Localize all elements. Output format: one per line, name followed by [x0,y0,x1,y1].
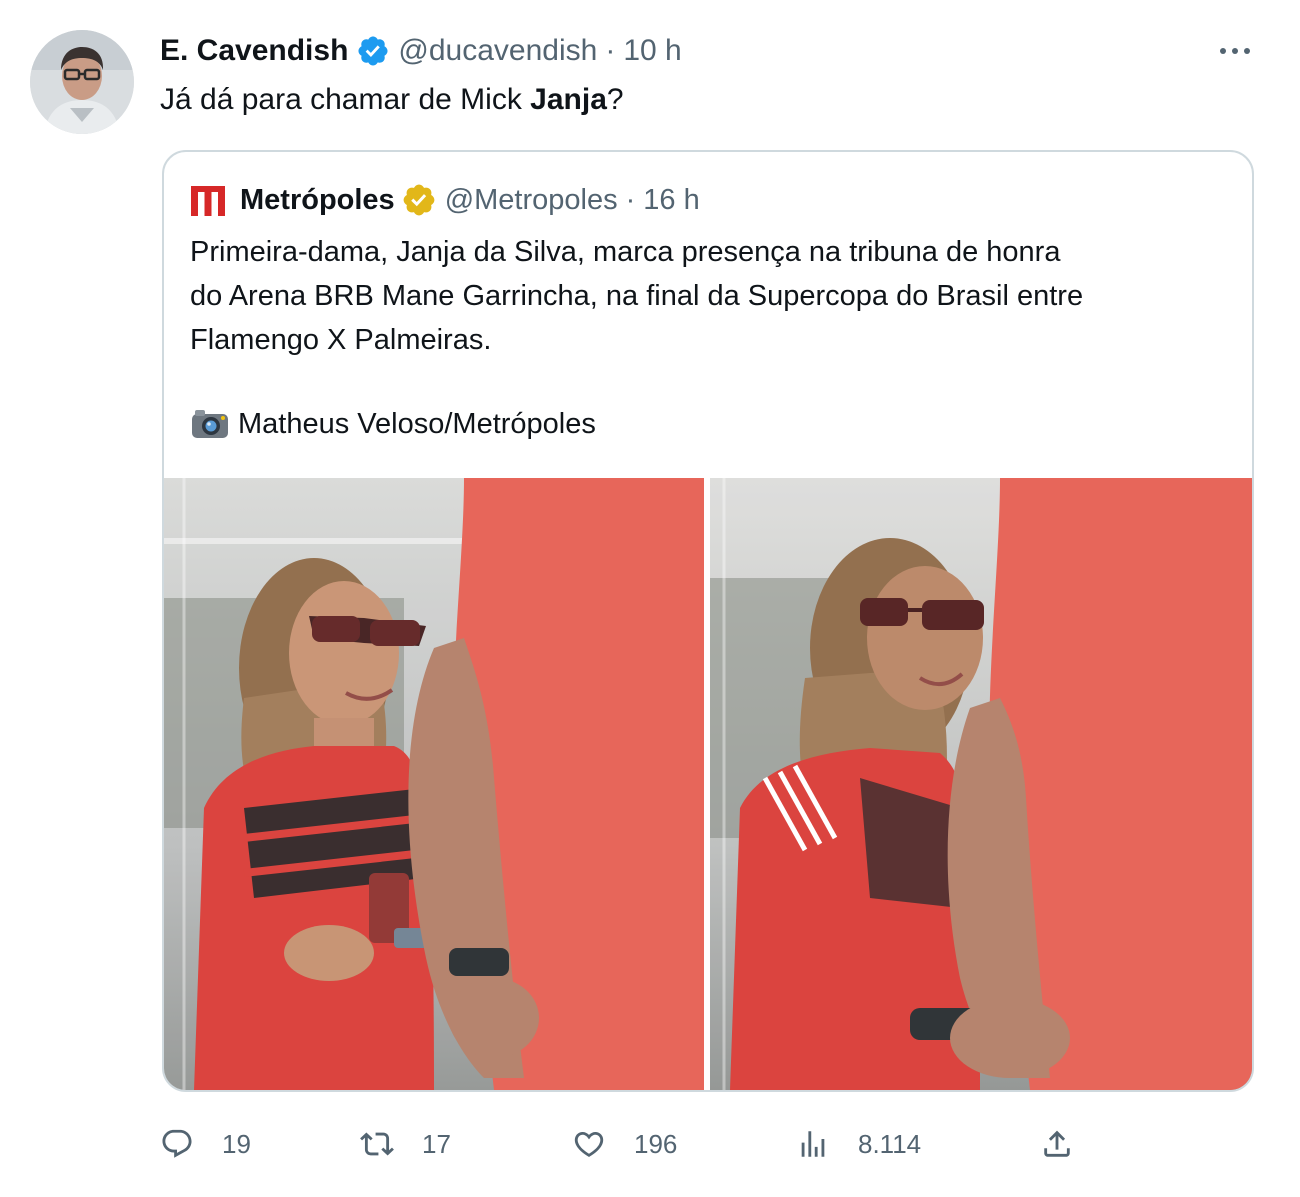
verified-badge-icon [356,34,390,68]
quoted-author-name[interactable]: Metrópoles [240,184,395,217]
camera-icon [190,406,230,442]
photo-2[interactable] [710,478,1252,1090]
retweet-icon [360,1132,394,1156]
avatar-photo [30,30,134,134]
reply-count: 19 [222,1128,251,1159]
tweet-text-bold: Janja [530,83,607,116]
separator-dot: · [605,34,616,67]
photo-1[interactable] [164,478,704,1090]
retweet-button[interactable]: 17 [360,1120,451,1168]
like-count: 196 [634,1128,678,1159]
retweet-count: 17 [422,1128,451,1159]
quoted-separator-dot: · [625,183,636,216]
action-bar: 19 17 196 8.114 [160,1120,1260,1168]
reply-icon [162,1129,192,1158]
quoted-tweet-header: Metrópoles @Metropoles · 16 h [190,180,700,220]
tweet-text-start: Já dá para chamar de Mick [160,83,531,116]
reply-button[interactable]: 19 [160,1120,251,1168]
author-avatar[interactable] [30,30,134,134]
quoted-tweet-text: Primeira-dama, Janja da Silva, marca pre… [190,230,1230,362]
gold-verified-badge-icon [401,182,437,218]
photo-1-image [164,478,704,1090]
photo-grid [164,478,1252,1090]
quoted-text-line: do Arena BRB Mane Garrincha, na final da… [190,280,1084,312]
share-icon [1044,1130,1070,1157]
quoted-tweet-time[interactable]: 16 h [643,184,699,217]
quoted-text-line: Flamengo X Palmeiras. [190,324,492,356]
more-horizontal-icon[interactable] [1210,36,1260,66]
tweet-header: E. Cavendish @ducavendish · 10 h [160,30,682,72]
photo-2-image [710,478,1252,1090]
photo-credit: Matheus Veloso/Metrópoles [190,402,596,446]
tweet-text: Já dá para chamar de Mick Janja? [160,80,624,120]
share-button[interactable] [1040,1120,1074,1168]
photo-credit-text: Matheus Veloso/Metrópoles [238,408,596,440]
author-name[interactable]: E. Cavendish [160,34,348,68]
views-button[interactable]: 8.114 [796,1120,921,1168]
tweet-text-end: ? [606,83,624,116]
metropoles-logo [190,183,226,217]
quoted-author-handle[interactable]: @Metropoles [445,184,618,217]
views-icon [801,1131,825,1157]
heart-icon [574,1131,604,1157]
views-count: 8.114 [858,1128,922,1159]
tweet-time[interactable]: 10 h [623,34,681,68]
author-handle[interactable]: @ducavendish [398,34,597,68]
like-button[interactable]: 196 [572,1120,677,1168]
quoted-tweet[interactable]: Metrópoles @Metropoles · 16 h Primeira-d… [162,150,1254,1092]
tweet[interactable]: E. Cavendish @ducavendish · 10 h Já dá p… [0,0,1300,1197]
quoted-text-line: Primeira-dama, Janja da Silva, marca pre… [190,236,1061,268]
